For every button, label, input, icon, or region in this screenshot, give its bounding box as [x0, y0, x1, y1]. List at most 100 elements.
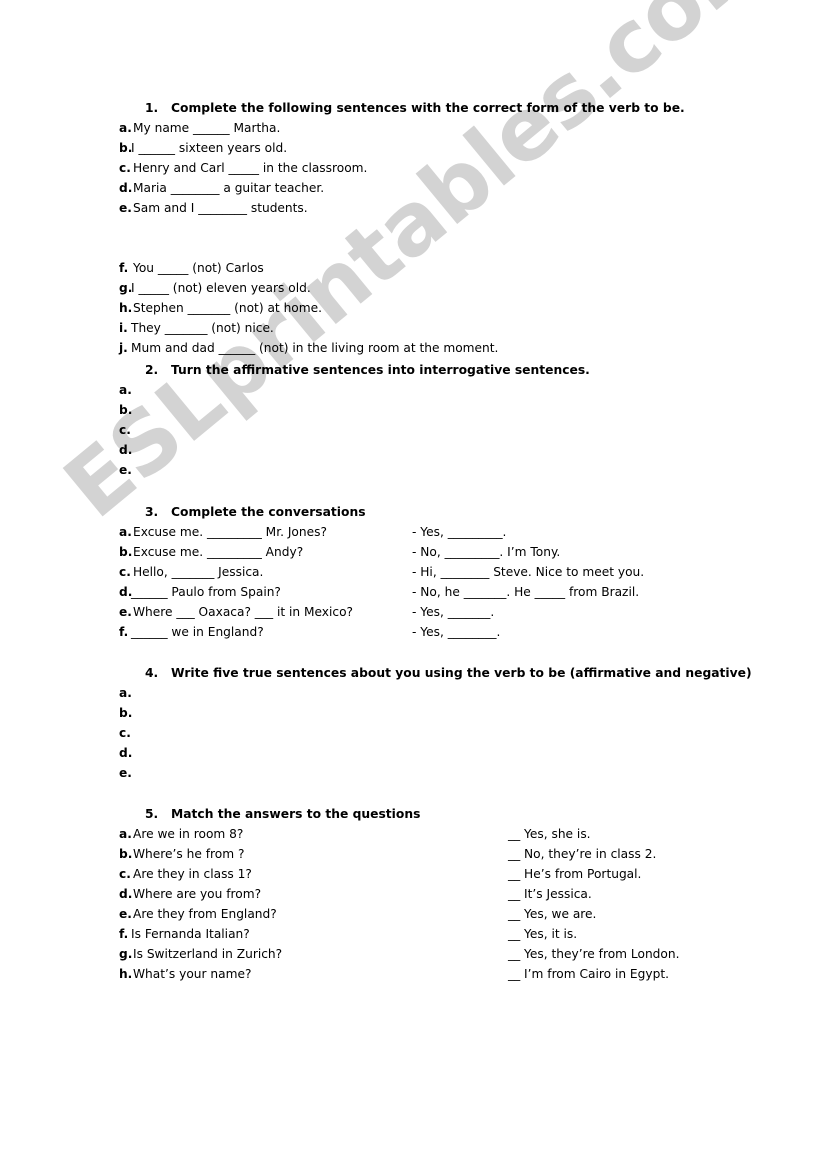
- list-item: e. Sam and I ________ students.: [0, 198, 826, 218]
- item-text[interactable]: My name ______ Martha.: [133, 118, 280, 138]
- list-item: f. ______ we in England? - Yes, ________…: [0, 622, 826, 642]
- item-question: What’s your name?: [133, 967, 252, 981]
- item-answer[interactable]: __ Yes, it is.: [508, 924, 577, 944]
- list-item: f. Is Fernanda Italian? __ Yes, it is.: [0, 924, 826, 944]
- item-label: a.: [119, 686, 132, 700]
- list-item: e. Where ___ Oaxaca? ___ it in Mexico? -…: [0, 602, 826, 622]
- exercise-2-items: a. b. c. d. e.: [0, 380, 826, 480]
- item-label: c.: [119, 726, 131, 740]
- exercise-2-number: 2.: [145, 363, 159, 377]
- item-answer[interactable]: __ Yes, she is.: [508, 824, 591, 844]
- item-question: Are we in room 8?: [133, 827, 244, 841]
- item-text[interactable]: Stephen _______ (not) at home.: [133, 298, 322, 318]
- exercise-1-number: 1.: [145, 101, 159, 115]
- list-item: a.: [0, 380, 826, 400]
- item-label: g.: [119, 947, 133, 961]
- list-item: d.: [0, 440, 826, 460]
- item-answer[interactable]: - Yes, ________.: [412, 622, 500, 642]
- item-label: f.: [119, 625, 129, 639]
- worksheet-page: ESLprintables.com 1. Complete the followi…: [0, 0, 826, 1169]
- item-label: e.: [119, 201, 132, 215]
- item-question[interactable]: Excuse me. _________ Mr. Jones?: [133, 522, 327, 542]
- item-answer[interactable]: - Yes, _______.: [412, 602, 494, 622]
- item-label: e.: [119, 907, 132, 921]
- item-answer[interactable]: - No, he _______. He _____ from Brazil.: [412, 582, 639, 602]
- item-label: f.: [119, 261, 129, 275]
- item-label: a.: [119, 525, 132, 539]
- exercise-2: 2. Turn the affirmative sentences into in…: [0, 360, 826, 480]
- item-question[interactable]: Where ___ Oaxaca? ___ it in Mexico?: [133, 602, 353, 622]
- exercise-3-number: 3.: [145, 505, 159, 519]
- item-question[interactable]: ______ we in England?: [131, 622, 264, 642]
- exercise-4-instruction: Write five true sentences about you usin…: [171, 666, 752, 680]
- item-label: b.: [119, 847, 133, 861]
- item-question: Is Fernanda Italian?: [131, 927, 250, 941]
- item-answer[interactable]: - Yes, _________.: [412, 522, 506, 542]
- list-item: d. Maria ________ a guitar teacher.: [0, 178, 826, 198]
- item-text[interactable]: Mum and dad ______ (not) in the living r…: [131, 338, 498, 358]
- item-text[interactable]: I _____ (not) eleven years old.: [131, 278, 311, 298]
- list-item: e.: [0, 460, 826, 480]
- item-answer[interactable]: - Hi, ________ Steve. Nice to meet you.: [412, 562, 644, 582]
- item-label: e.: [119, 605, 132, 619]
- exercise-1-title: 1. Complete the following sentences with …: [0, 98, 826, 118]
- list-item: j. Mum and dad ______ (not) in the livin…: [0, 338, 826, 358]
- item-text[interactable]: Henry and Carl _____ in the classroom.: [133, 158, 367, 178]
- list-item: g. I _____ (not) eleven years old.: [0, 278, 826, 298]
- item-question[interactable]: Excuse me. _________ Andy?: [133, 542, 303, 562]
- item-label: f.: [119, 927, 129, 941]
- item-answer[interactable]: __ Yes, they’re from London.: [508, 944, 679, 964]
- item-question: Is Switzerland in Zurich?: [133, 947, 283, 961]
- item-question[interactable]: ______ Paulo from Spain?: [131, 582, 281, 602]
- exercise-3-instruction: Complete the conversations: [171, 505, 366, 519]
- item-label: d.: [119, 443, 133, 457]
- item-answer[interactable]: - No, _________. I’m Tony.: [412, 542, 560, 562]
- item-text[interactable]: I ______ sixteen years old.: [131, 138, 287, 158]
- exercise-5-instruction: Match the answers to the questions: [171, 807, 421, 821]
- list-item: b. Excuse me. _________ Andy? - No, ____…: [0, 542, 826, 562]
- item-answer[interactable]: __ Yes, we are.: [508, 904, 596, 924]
- list-item: c. Hello, _______ Jessica. - Hi, _______…: [0, 562, 826, 582]
- exercise-1-items: a. My name ______ Martha. b. I ______ si…: [0, 118, 826, 358]
- exercise-3-title: 3. Complete the conversations: [0, 502, 826, 522]
- exercise-4-title: 4. Write five true sentences about you us…: [0, 663, 826, 683]
- item-label: i.: [119, 321, 128, 335]
- item-answer[interactable]: __ I’m from Cairo in Egypt.: [508, 964, 669, 984]
- item-text[interactable]: Sam and I ________ students.: [133, 198, 308, 218]
- item-label: b.: [119, 545, 133, 559]
- list-item: b. I ______ sixteen years old.: [0, 138, 826, 158]
- list-item: h. Stephen _______ (not) at home.: [0, 298, 826, 318]
- item-question[interactable]: Hello, _______ Jessica.: [133, 562, 263, 582]
- item-label: c.: [119, 423, 131, 437]
- item-label: d.: [119, 887, 133, 901]
- item-label: h.: [119, 301, 133, 315]
- list-item: c.: [0, 723, 826, 743]
- list-item: e.: [0, 763, 826, 783]
- list-item: c. Henry and Carl _____ in the classroom…: [0, 158, 826, 178]
- exercise-4-items: a. b. c. d. e.: [0, 683, 826, 783]
- item-text[interactable]: Maria ________ a guitar teacher.: [133, 178, 324, 198]
- item-text[interactable]: You _____ (not) Carlos: [133, 258, 264, 278]
- exercise-2-title: 2. Turn the affirmative sentences into in…: [0, 360, 826, 380]
- item-text[interactable]: They _______ (not) nice.: [131, 318, 274, 338]
- item-answer[interactable]: __ He’s from Portugal.: [508, 864, 641, 884]
- list-item: a.: [0, 683, 826, 703]
- list-item: d.: [0, 743, 826, 763]
- item-answer[interactable]: __ No, they’re in class 2.: [508, 844, 656, 864]
- list-item: f. You _____ (not) Carlos: [0, 258, 826, 278]
- item-label: c.: [119, 565, 131, 579]
- item-label: d.: [119, 746, 133, 760]
- list-item: a. My name ______ Martha.: [0, 118, 826, 138]
- exercise-1-instruction: Complete the following sentences with th…: [171, 101, 685, 115]
- exercise-3-items: a. Excuse me. _________ Mr. Jones? - Yes…: [0, 522, 826, 642]
- list-item: h. What’s your name? __ I’m from Cairo i…: [0, 964, 826, 984]
- item-label: j.: [119, 341, 128, 355]
- exercise-5: 5. Match the answers to the questions a. …: [0, 804, 826, 984]
- list-item: b.: [0, 400, 826, 420]
- item-answer[interactable]: __ It’s Jessica.: [508, 884, 592, 904]
- exercise-4: 4. Write five true sentences about you us…: [0, 663, 826, 783]
- list-item: a. Excuse me. _________ Mr. Jones? - Yes…: [0, 522, 826, 542]
- exercise-5-number: 5.: [145, 807, 159, 821]
- list-item: d. Where are you from? __ It’s Jessica.: [0, 884, 826, 904]
